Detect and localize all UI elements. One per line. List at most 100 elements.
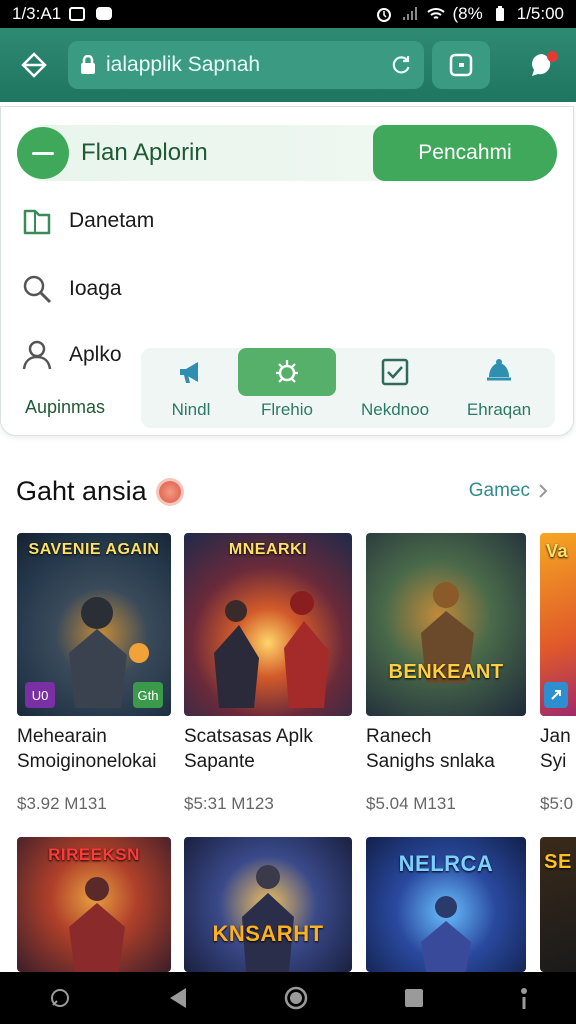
more-link-text: Gamec xyxy=(468,480,530,501)
section-title-text: Gaht ansia xyxy=(16,476,147,506)
game-thumbnail: MNEARKI xyxy=(184,533,352,716)
quick-action-nekdnoo[interactable]: Nekdnoo xyxy=(345,348,445,428)
chevron-right-icon xyxy=(539,484,548,498)
gallery-icon xyxy=(69,7,86,21)
quick-action-label: Nindl xyxy=(171,400,211,419)
game-card[interactable]: SE xyxy=(540,837,576,972)
game-card[interactable]: Va Jan Syi $5:0 xyxy=(540,533,576,814)
game-card[interactable]: NELRCA xyxy=(366,837,526,972)
quick-action-flrehio[interactable]: Flrehio xyxy=(237,348,337,428)
status-clock: 1/5:00 xyxy=(516,4,564,23)
game-card[interactable]: BENKEANT Ranech Sanighs snlaka $5.04 M13… xyxy=(366,533,526,814)
quick-action-nindl[interactable]: Nindl xyxy=(141,348,241,428)
address-bar[interactable]: ialapplik Sapnah xyxy=(68,41,424,89)
hero-art-icon xyxy=(421,582,474,683)
status-bar: 1/3:A1 (8% 1/5:00 xyxy=(0,0,576,28)
game-thumbnail: Va xyxy=(540,533,576,716)
card-badge-left: U0 xyxy=(25,682,55,708)
hero-art-icon xyxy=(421,896,471,972)
checkbox-icon xyxy=(381,358,409,386)
quick-action-label: Nekdnoo xyxy=(360,400,430,419)
game-name-line2: Sapante xyxy=(184,751,255,772)
game-price: $5:31 M123 xyxy=(184,794,274,813)
game-price: $3.92 M131 xyxy=(17,794,107,813)
menu-item-label: Aplko xyxy=(69,343,122,366)
tabs-button[interactable] xyxy=(432,41,490,89)
menu-item-aplko[interactable]: Aplko xyxy=(21,339,122,371)
folder-icon xyxy=(23,209,51,235)
game-thumbnail: KNSARHT xyxy=(184,837,352,972)
menu-item-label: Danetam xyxy=(69,209,155,232)
game-thumbnail: SE xyxy=(540,837,576,972)
account-label: Aupinmas xyxy=(25,397,106,417)
alarm-icon xyxy=(376,8,391,22)
game-card[interactable]: SAVENIE AGAIN U0 Gth Mehearain Smoiginon… xyxy=(17,533,171,814)
game-name: Jan Syi xyxy=(540,724,576,774)
game-name-line1: Scatsasas Aplk xyxy=(184,726,313,747)
game-card[interactable]: KNSARHT xyxy=(184,837,352,972)
url-text: ialapplik Sapnah xyxy=(106,53,261,76)
person-icon xyxy=(22,340,52,370)
app-header: ialapplik Sapnah xyxy=(0,28,576,102)
home-button[interactable] xyxy=(14,45,54,85)
wifi-icon xyxy=(426,8,445,19)
turtle-icon xyxy=(487,359,511,381)
menu-item-ioaga[interactable]: Ioaga xyxy=(21,273,122,305)
signal-icon xyxy=(402,7,417,20)
hero-art-icon xyxy=(69,877,125,972)
game-name-line2: Syi xyxy=(540,751,567,772)
section-title: Gaht ansia xyxy=(16,476,181,507)
collapse-button[interactable] xyxy=(17,127,69,179)
search-icon xyxy=(23,275,52,304)
system-nav-bar xyxy=(0,972,576,1024)
megaphone-icon xyxy=(180,362,198,383)
game-name: Scatsasas Aplk Sapante xyxy=(184,724,352,774)
game-logo-text: SE xyxy=(544,851,572,873)
game-name: Mehearain Smoiginonelokai xyxy=(17,724,171,774)
status-time: 1/3:A1 xyxy=(12,4,62,23)
more-options-icon[interactable] xyxy=(519,985,529,1011)
quick-action-label: Flrehio xyxy=(261,400,313,419)
notification-badge xyxy=(547,51,558,62)
game-thumbnail: BENKEANT xyxy=(366,533,526,716)
game-logo-text: BENKEANT xyxy=(388,661,504,683)
tab-switcher-icon xyxy=(449,53,473,77)
menu-item-danetam[interactable]: Danetam xyxy=(21,205,154,237)
share-icon xyxy=(551,690,561,700)
bug-icon xyxy=(276,360,298,383)
plan-action-button[interactable]: Pencahmi xyxy=(373,125,557,181)
reload-icon[interactable] xyxy=(390,54,412,76)
quick-actions: Nindl Flrehio Nekdnoo Ehraqan xyxy=(141,348,555,428)
hero-art-icon xyxy=(242,865,294,972)
menu-item-label: Ioaga xyxy=(69,277,122,300)
plan-row: Flan Aplorin Pencahmi xyxy=(17,125,557,181)
assistant-icon[interactable] xyxy=(47,985,73,1011)
diamond-logo-icon xyxy=(21,52,47,78)
plan-title: Flan Aplorin xyxy=(81,139,208,166)
game-name-line2: Sanighs snlaka xyxy=(366,751,495,772)
dropdown-panel: Flan Aplorin Pencahmi Danetam Ioaga Aplk… xyxy=(0,106,574,436)
quick-action-label: Ehraqan xyxy=(466,400,532,419)
card-badge-right: Gth xyxy=(133,682,163,708)
game-name-line1: Mehearain xyxy=(17,726,107,747)
recents-icon[interactable] xyxy=(403,987,425,1009)
game-thumbnail: NELRCA xyxy=(366,837,526,972)
game-name-line2: Smoiginonelokai xyxy=(17,751,157,772)
notifications-button[interactable] xyxy=(522,45,562,85)
card-badge-left xyxy=(544,682,568,708)
game-name-line1: Ranech xyxy=(366,726,432,747)
game-logo-text: KNSARHT xyxy=(212,921,324,946)
game-name: Ranech Sanighs snlaka xyxy=(366,724,526,774)
back-icon[interactable] xyxy=(167,986,189,1010)
game-card[interactable]: MNEARKI Scatsasas Aplk Sapante $5:31 M12… xyxy=(184,533,352,814)
message-icon xyxy=(96,7,113,20)
game-logo-text: Va xyxy=(546,541,569,561)
sparkle-badge-icon xyxy=(158,480,181,503)
home-icon[interactable] xyxy=(283,985,309,1011)
quick-action-ehraqan[interactable]: Ehraqan xyxy=(449,348,549,428)
game-price: $5:0 xyxy=(540,794,574,813)
game-thumbnail: SAVENIE AGAIN U0 Gth xyxy=(17,533,171,716)
game-thumbnail: RIREEKSN xyxy=(17,837,171,972)
section-more-link[interactable]: Gamec xyxy=(469,480,548,502)
game-card[interactable]: RIREEKSN xyxy=(17,837,171,972)
